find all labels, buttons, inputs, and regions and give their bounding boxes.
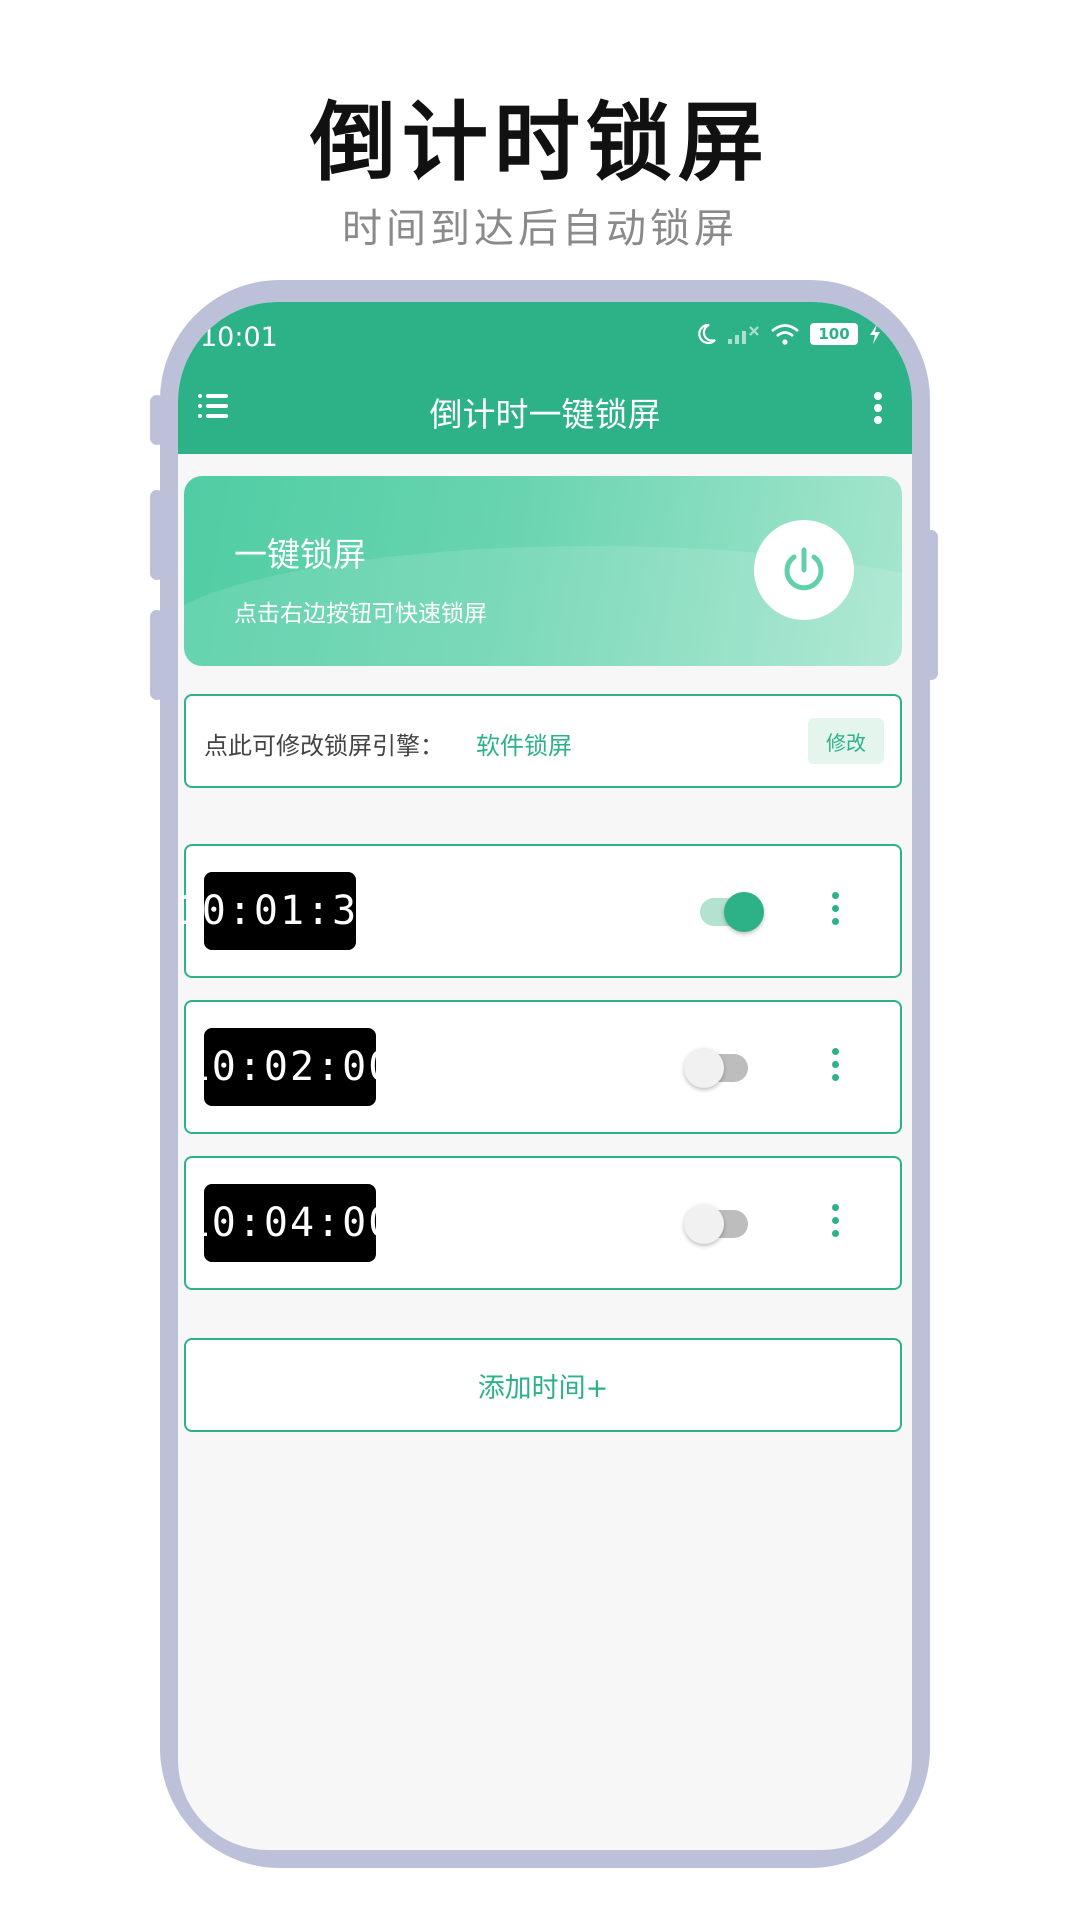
app-title: 倒计时一键锁屏 <box>429 395 661 434</box>
row-more-icon[interactable] <box>832 1048 840 1082</box>
lock-engine-label: 点此可修改锁屏引擎： <box>204 732 444 760</box>
phone-side-button <box>150 490 164 580</box>
moon-icon <box>698 323 716 345</box>
timer-toggle[interactable] <box>700 892 764 932</box>
toggle-knob <box>724 892 764 932</box>
wifi-icon <box>771 324 799 345</box>
phone-screen: 10:01 100 倒计时一键锁屏 一键锁屏 点击右边按钮可快速锁屏 点此可修改… <box>178 302 912 1850</box>
add-time-button[interactable]: 添加时间+ <box>184 1338 902 1432</box>
status-time: 10:01 <box>200 322 278 353</box>
signal-icon <box>728 326 759 344</box>
quick-lock-title: 一键锁屏 <box>234 535 366 574</box>
timer-clock: 10:04:00 <box>186 1184 392 1262</box>
power-icon <box>784 547 824 591</box>
row-more-icon[interactable] <box>832 892 840 926</box>
status-icons: 100 <box>694 322 882 346</box>
quick-lock-card: 一键锁屏 点击右边按钮可快速锁屏 <box>184 476 902 666</box>
app-bar: 10:01 100 倒计时一键锁屏 <box>178 302 912 454</box>
toggle-knob <box>684 1048 724 1088</box>
lock-engine-row[interactable]: 点此可修改锁屏引擎： 软件锁屏 修改 <box>184 694 902 788</box>
quick-lock-subtitle: 点击右边按钮可快速锁屏 <box>234 601 487 627</box>
timer-row[interactable]: 10:04:00 <box>184 1156 902 1290</box>
row-more-icon[interactable] <box>832 1204 840 1238</box>
toggle-knob <box>684 1204 724 1244</box>
timer-row[interactable]: 10:01:31 <box>178 844 902 978</box>
timer-toggle[interactable] <box>684 1048 748 1088</box>
modify-engine-button[interactable]: 修改 <box>808 718 884 764</box>
timer-clock: 10:01:31 <box>178 872 382 950</box>
phone-side-button <box>150 610 164 700</box>
phone-side-button <box>924 530 938 680</box>
timer-row[interactable]: 10:02:00 <box>184 1000 902 1134</box>
timer-clock: 10:02:00 <box>186 1028 392 1106</box>
promo-subtitle: 时间到达后自动锁屏 <box>342 206 738 252</box>
phone-side-button <box>150 395 164 445</box>
promo-title: 倒计时锁屏 <box>310 93 770 193</box>
phone-frame: 10:01 100 倒计时一键锁屏 一键锁屏 点击右边按钮可快速锁屏 点此可修改… <box>150 280 938 1868</box>
more-options-icon[interactable] <box>874 392 882 424</box>
timer-toggle[interactable] <box>684 1204 748 1244</box>
charging-icon <box>870 324 880 344</box>
power-button[interactable] <box>754 520 854 620</box>
lock-engine-value: 软件锁屏 <box>476 732 572 760</box>
battery-icon: 100 <box>810 323 858 345</box>
